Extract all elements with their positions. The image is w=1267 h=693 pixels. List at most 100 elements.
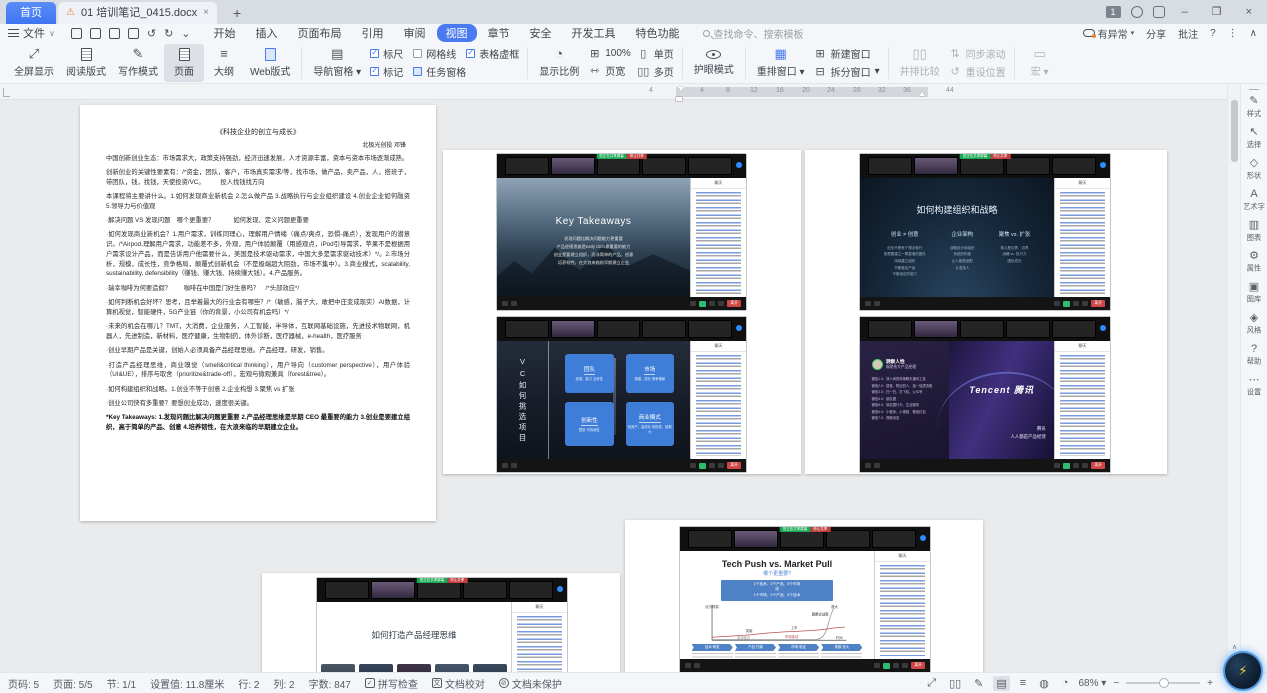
vertical-scrollbar[interactable]: ∧ ▫ ∨ [1227, 84, 1240, 672]
markup-checkbox[interactable]: 标记 [370, 64, 403, 79]
scrollbar-thumb[interactable] [1231, 100, 1238, 162]
help-button[interactable]: ? [1210, 28, 1216, 39]
navigation-pane-button[interactable]: ▤导航窗格 ▾ [307, 44, 367, 82]
stop-share-button[interactable]: 停止共享 [990, 154, 1010, 159]
embedded-screenshot-tech-push[interactable]: 您正在共享屏幕停止共享 Tech Push vs. Market Pull 哪个… [680, 527, 930, 672]
task-pane-button[interactable]: 任务窗格 [413, 64, 466, 79]
page-width-button[interactable]: ⇿页宽 [588, 63, 631, 78]
status-page-number[interactable]: 页码: 5 [8, 676, 39, 691]
close-tab-icon[interactable]: × [203, 2, 209, 24]
menu-review[interactable]: 审阅 [395, 24, 435, 42]
menu-view[interactable]: 视图 [437, 24, 477, 42]
menu-features[interactable]: 特色功能 [627, 24, 689, 42]
left-indent-marker[interactable] [676, 97, 682, 101]
zoom-out-button[interactable]: − [1113, 678, 1119, 689]
document-page-1[interactable]: 《科技企业的创立与成长》 北极光创投 邓锋 中国创新创业生态：市场需求大，政策支… [80, 105, 436, 521]
menu-insert[interactable]: 插入 [247, 24, 287, 42]
minimize-button[interactable]: – [1175, 0, 1195, 24]
print-icon[interactable] [109, 28, 120, 39]
sidebar-item-help[interactable]: ?帮助 [1246, 343, 1262, 367]
customize-toolbar-icon[interactable]: ⌄ [181, 27, 190, 40]
status-setting-value[interactable]: 设置值: 11.8厘米 [150, 676, 224, 691]
notification-badge[interactable]: 1 [1106, 6, 1121, 18]
web-mode-icon[interactable]: ◍ [1036, 676, 1052, 691]
sidebar-item-shapes[interactable]: ◇形状 [1246, 157, 1262, 181]
share-button[interactable]: 分享 [1146, 26, 1166, 41]
single-page-button[interactable]: ▯单页 [637, 46, 674, 61]
zoom-100-button[interactable]: ⊞100% [588, 47, 631, 60]
sidebar-item-properties[interactable]: ⚙属性 [1246, 250, 1262, 274]
collapse-sidebar-icon[interactable] [1249, 89, 1259, 90]
sidebar-item-settings[interactable]: ⋯设置 [1246, 374, 1262, 398]
sidebar-item-styles[interactable]: ✎样式 [1246, 95, 1262, 119]
new-window-button[interactable]: ⊞新建窗口 [814, 46, 880, 61]
redo-icon[interactable]: ↻ [164, 27, 173, 40]
sidebar-item-gallery[interactable]: ▣图库 [1246, 281, 1262, 305]
home-tab[interactable]: 首页 [6, 2, 56, 24]
zoom-slider[interactable] [1126, 682, 1200, 684]
eye-protection-button[interactable]: 护眼模式 [688, 44, 740, 82]
account-icon[interactable] [1153, 6, 1165, 18]
multi-page-button[interactable]: ▯▯多页 [637, 64, 674, 79]
eyecare-mode-icon[interactable]: ◔ [1059, 676, 1072, 690]
zoom-slider-knob[interactable] [1159, 678, 1169, 688]
horizontal-ruler[interactable]: 4 4 8 12 16 20 24 28 32 36 44 [0, 84, 1227, 100]
menu-security[interactable]: 安全 [521, 24, 561, 42]
status-page-count[interactable]: 页面: 5/5 [53, 676, 92, 691]
embedded-screenshot-tencent[interactable]: 洞察人性成就伟大产品经理 微信1.0：熟人间的简单聊天通讯工具 微信2.0：语音… [860, 317, 1110, 472]
right-indent-marker[interactable] [919, 92, 925, 96]
read-mode-icon[interactable]: ▯▯ [946, 676, 964, 691]
theme-icon[interactable] [1131, 6, 1143, 18]
sidebar-item-select[interactable]: ↖选择 [1246, 126, 1262, 150]
undo-icon[interactable]: ↺ [147, 27, 156, 40]
document-tab[interactable]: ⚠ 01 培训笔记_0415.docx × [58, 2, 217, 24]
status-line[interactable]: 行: 2 [238, 676, 259, 691]
spellcheck-button[interactable]: ✓拼写检查 [365, 676, 418, 691]
fullscreen-mode-icon[interactable]: ⤢ [924, 676, 939, 691]
preview-icon[interactable] [128, 28, 139, 39]
close-button[interactable]: × [1239, 0, 1259, 24]
status-section[interactable]: 节: 1/1 [107, 676, 136, 691]
page-view-button[interactable]: 页面 [164, 44, 204, 82]
first-line-indent-marker[interactable] [678, 87, 684, 91]
ruler-checkbox[interactable]: 标尺 [370, 46, 403, 61]
table-gridline-checkbox[interactable]: 表格虚框 [466, 46, 519, 61]
save-icon[interactable] [71, 28, 82, 39]
menu-section[interactable]: 章节 [479, 24, 519, 42]
stop-share-button[interactable]: 停止共享 [447, 578, 467, 583]
menu-start[interactable]: 开始 [205, 24, 245, 42]
command-search[interactable]: 查找命令、搜索模板 [703, 26, 804, 41]
menu-page-layout[interactable]: 页面布局 [289, 24, 351, 42]
read-layout-button[interactable]: 阅读版式 [60, 44, 112, 82]
stop-share-button[interactable]: 停止共享 [627, 154, 647, 159]
zoom-ratio-button[interactable]: ◔显示比例 [533, 44, 585, 82]
comment-button[interactable]: 批注 [1178, 26, 1198, 41]
page-mode-icon[interactable]: ▤ [993, 676, 1009, 691]
status-word-count[interactable]: 字数: 847 [309, 676, 351, 691]
abnormal-status[interactable]: 有异常▾ [1083, 26, 1135, 41]
proofread-button[interactable]: 文文档校对 [432, 676, 485, 691]
sidebar-item-wordart[interactable]: A艺术字 [1242, 188, 1266, 212]
write-mode-icon[interactable]: ✎ [971, 676, 986, 691]
zoom-in-button[interactable]: + [1207, 678, 1213, 689]
outline-view-button[interactable]: ≡大纲 [204, 44, 244, 82]
zoom-value[interactable]: 68% ▾ [1078, 678, 1106, 689]
split-window-button[interactable]: ⊟拆分窗口 ▾ [814, 64, 880, 79]
outline-mode-icon[interactable]: ≡ [1017, 676, 1029, 690]
stop-share-button[interactable]: 停止共享 [810, 527, 830, 532]
sidebar-item-style[interactable]: ◈风格 [1246, 312, 1262, 336]
menu-dev-tools[interactable]: 开发工具 [563, 24, 625, 42]
sidebar-item-chart[interactable]: ▥图表 [1246, 219, 1262, 243]
embedded-screenshot-vc-criteria[interactable]: VC如何挑选项目 团队经验、能力 互补性 市场规模、成长 竞争格局 创新性壁垒 … [497, 317, 746, 472]
collapse-ribbon-button[interactable]: ∧ [1250, 28, 1257, 39]
menu-references[interactable]: 引用 [353, 24, 393, 42]
embedded-screenshot-key-takeaways[interactable]: 您正在共享屏幕停止共享 Key Takeaways 发现问题比解决问题能力更重要… [497, 154, 746, 310]
more-menu-button[interactable]: ⋮ [1228, 28, 1238, 39]
embedded-screenshot-org-strategy[interactable]: 您正在共享屏幕停止共享 如何构建组织和战略 创业 ≠ 创意创业不是有个想法就行而… [860, 154, 1110, 310]
status-column[interactable]: 列: 2 [273, 676, 294, 691]
new-tab-button[interactable]: + [227, 2, 247, 24]
write-mode-button[interactable]: ✎写作模式 [112, 44, 164, 82]
protection-status[interactable]: ⊘文档未保护 [499, 676, 562, 691]
export-icon[interactable] [90, 28, 101, 39]
gridlines-checkbox[interactable]: 网格线 [413, 46, 456, 61]
